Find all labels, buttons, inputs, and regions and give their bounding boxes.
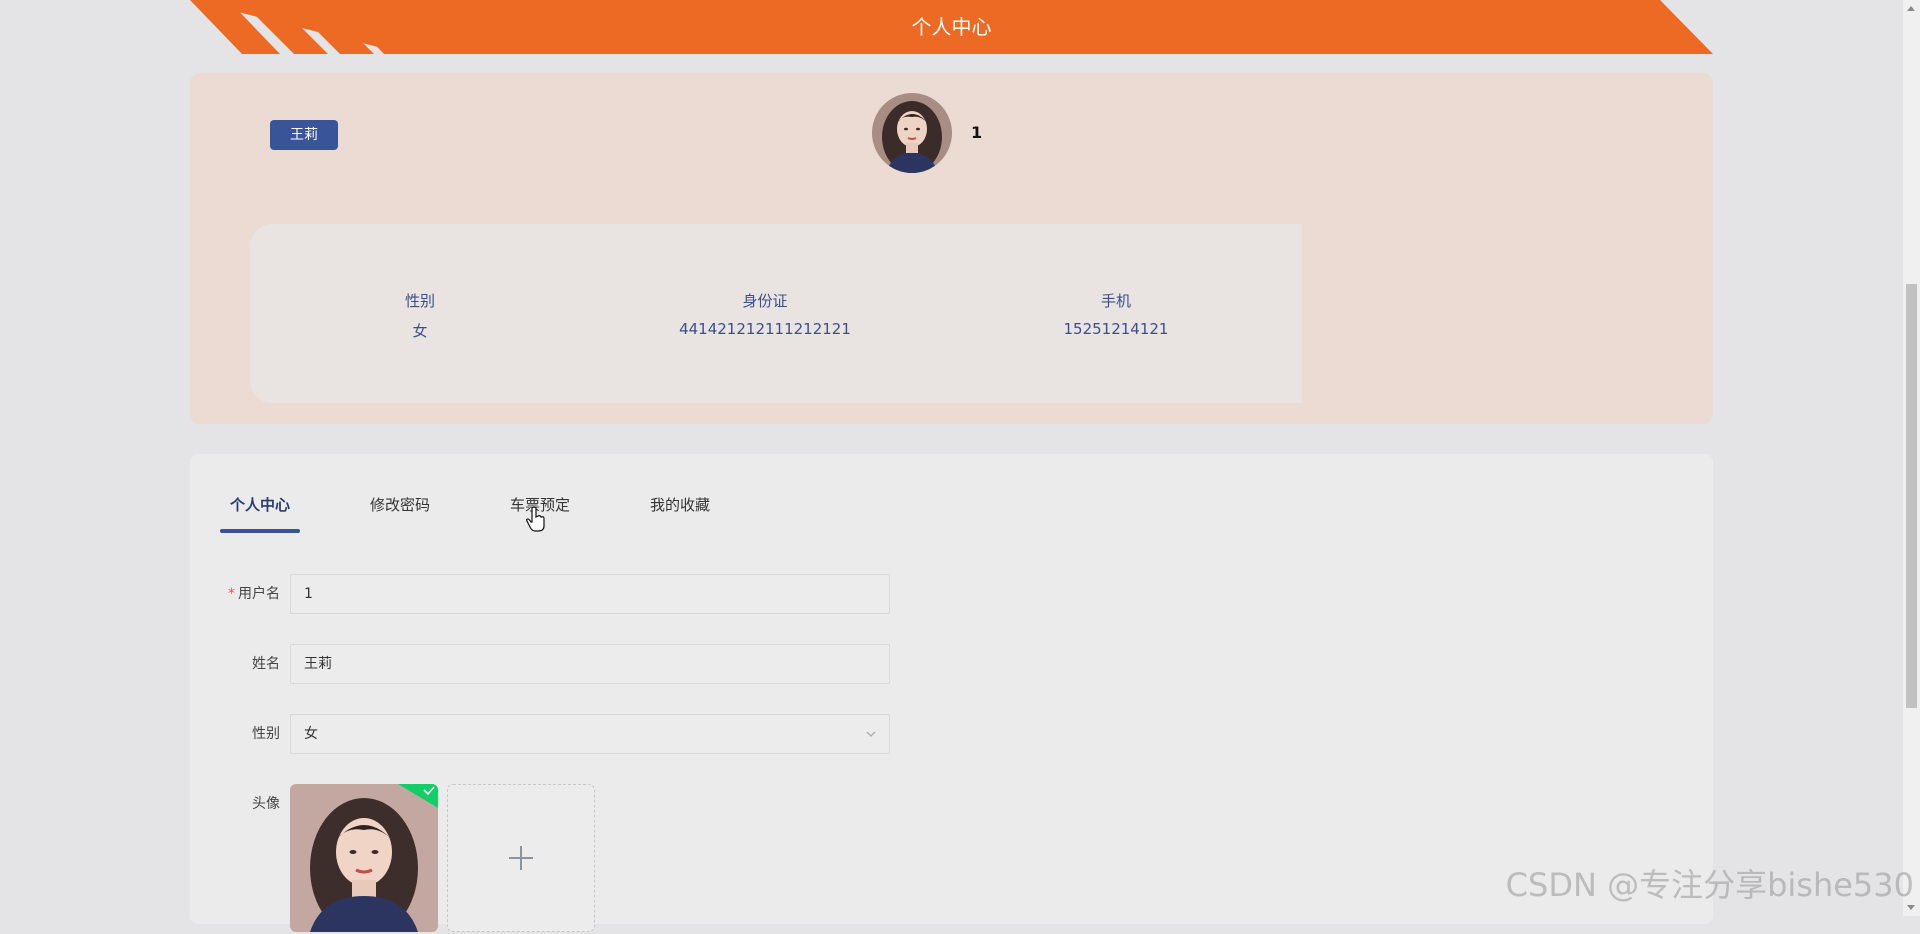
avatar-upload-add-button[interactable] [447,784,595,932]
tab-my-favorites[interactable]: 我的收藏 [640,494,720,534]
name-badge: 王莉 [270,120,338,150]
avatar-label: 头像 [190,784,280,824]
tab-active-indicator [220,529,300,533]
page-scrollbar[interactable] [1903,0,1920,916]
profile-info-panel: 性别 女 身份证 441421212111212121 手机 152512141… [250,224,1302,403]
page-title: 个人中心 [190,0,1713,54]
info-gender: 性别 女 [250,290,590,341]
header-banner: 个人中心 [190,0,1713,54]
check-icon [398,784,438,808]
gender-select[interactable]: 女 [290,714,890,754]
info-id-card: 身份证 441421212111212121 [595,290,935,338]
username-input[interactable]: 1 [290,574,890,614]
info-gender-label: 性别 [250,290,590,320]
form-row-name: 姓名 王莉 [190,644,1090,684]
name-input[interactable]: 王莉 [290,644,890,684]
tab-personal-center[interactable]: 个人中心 [220,494,300,534]
profile-card: 王莉 1 性别 女 身份证 441421212111212121 手机 1525… [190,73,1713,424]
scroll-thumb[interactable] [1906,284,1917,708]
personal-center-form-card: 个人中心 修改密码 车票预定 我的收藏 *用户名 1 姓名 王莉 性别 女 头像 [190,454,1713,924]
avatar-upload-preview[interactable] [290,784,438,932]
gender-label: 性别 [190,714,280,754]
form-row-avatar: 头像 [190,784,1090,934]
info-id-card-value: 441421212111212121 [595,320,935,338]
info-phone-value: 15251214121 [946,320,1286,338]
info-phone: 手机 15251214121 [946,290,1286,338]
avatar-portrait-image [872,93,952,173]
gender-select-value: 女 [304,726,318,742]
name-label: 姓名 [190,644,280,684]
profile-username: 1 [971,123,982,142]
avatar [872,93,952,173]
plus-icon [507,844,535,872]
info-id-card-label: 身份证 [595,290,935,320]
form-row-gender: 性别 女 [190,714,1090,754]
username-label: *用户名 [190,574,280,614]
required-mark: * [228,586,235,602]
info-phone-label: 手机 [946,290,1286,320]
hand-cursor-icon [526,506,546,532]
scroll-up-arrow-icon[interactable] [1907,6,1915,11]
tab-change-password[interactable]: 修改密码 [360,494,440,534]
chevron-down-icon [865,728,877,740]
info-gender-value: 女 [250,320,590,341]
watermark: CSDN @专注分享bishe530 [1506,860,1914,906]
form-row-username: *用户名 1 [190,574,1090,614]
